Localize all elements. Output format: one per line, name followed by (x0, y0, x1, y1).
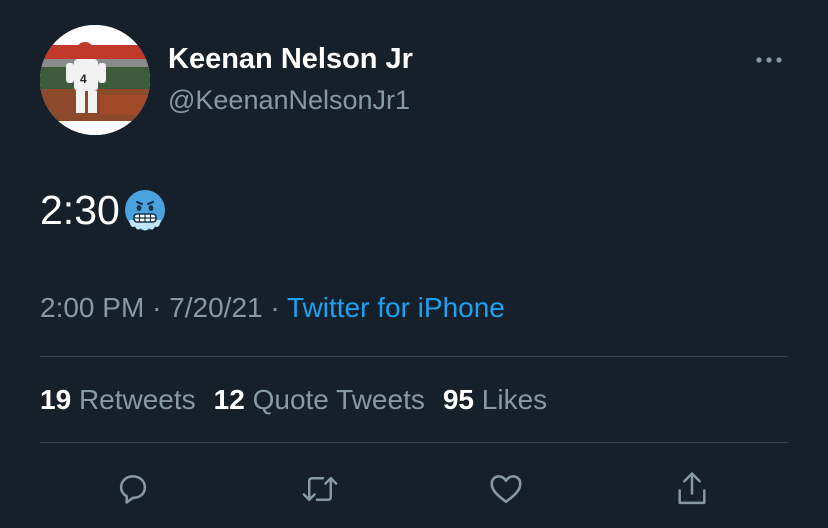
avatar-photo: 4 (40, 25, 150, 135)
meta-separator: · (152, 292, 162, 323)
svg-text:4: 4 (80, 72, 87, 86)
likes-label: Likes (481, 384, 548, 415)
tweet-meta: 2:00 PM · 7/20/21 · Twitter for iPhone (40, 292, 505, 324)
tweet-date[interactable]: 7/20/21 (169, 292, 262, 323)
divider (40, 356, 788, 357)
retweets-label: Retweets (78, 384, 196, 415)
share-icon[interactable] (672, 467, 712, 511)
tweet-time[interactable]: 2:00 PM (40, 292, 144, 323)
cold-face-emoji-icon (121, 186, 169, 234)
like-icon[interactable] (486, 467, 526, 511)
tweet-stats: 19 Retweets 12 Quote Tweets 95 Likes (40, 384, 547, 416)
reply-icon[interactable] (113, 467, 153, 511)
author-handle[interactable]: @KeenanNelsonJr1 (168, 85, 410, 116)
author-name[interactable]: Keenan Nelson Jr (168, 43, 413, 76)
divider (40, 442, 788, 443)
likes-stat[interactable]: 95 Likes (443, 384, 547, 416)
likes-count: 95 (442, 384, 475, 415)
retweets-stat[interactable]: 19 Retweets (40, 384, 196, 416)
tweet-text-row: 2:30 (40, 186, 169, 234)
quote-tweets-stat[interactable]: 12 Quote Tweets (214, 384, 425, 416)
quote-tweets-label: Quote Tweets (252, 384, 425, 415)
tweet-source-link[interactable]: Twitter for iPhone (287, 292, 505, 323)
tweet-text: 2:30 (40, 186, 120, 233)
retweet-icon[interactable] (300, 467, 340, 511)
retweets-count: 19 (40, 384, 72, 415)
avatar[interactable]: 4 (40, 25, 150, 135)
quote-tweets-count: 12 (213, 384, 245, 415)
more-options-icon[interactable] (752, 48, 786, 72)
meta-separator: · (270, 292, 280, 323)
